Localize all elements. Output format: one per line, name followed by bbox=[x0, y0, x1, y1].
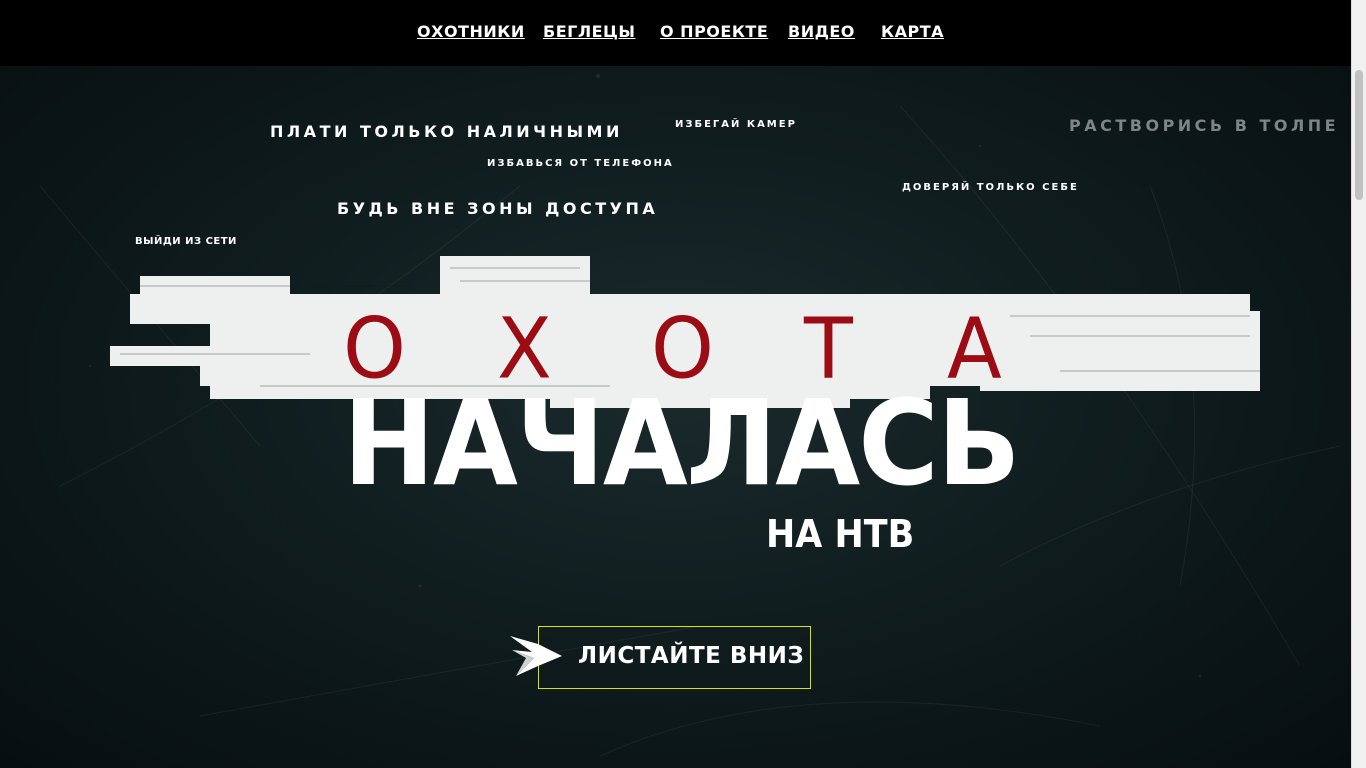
hero-title: НАЧАЛАСЬ bbox=[343, 374, 1021, 512]
tag-stay-unreachable: БУДЬ ВНЕ ЗОНЫ ДОСТУПА bbox=[337, 199, 659, 218]
scroll-down-button[interactable]: ЛИСТАЙТЕ ВНИЗ bbox=[538, 626, 811, 689]
tag-trust-only-yourself: ДОВЕРЯЙ ТОЛЬКО СЕБЕ bbox=[902, 182, 1079, 193]
nav-item-fugitives[interactable]: БЕГЛЕЦЫ bbox=[543, 22, 635, 41]
scrollbar-thumb[interactable] bbox=[1355, 70, 1363, 200]
tag-ditch-phone: ИЗБАВЬСЯ ОТ ТЕЛЕФОНА bbox=[487, 158, 674, 169]
nav-item-map[interactable]: КАРТА bbox=[881, 22, 944, 41]
nav-item-video[interactable]: ВИДЕО bbox=[788, 22, 855, 41]
nav-item-hunters[interactable]: ОХОТНИКИ bbox=[417, 22, 525, 41]
nav-item-about[interactable]: О ПРОЕКТЕ bbox=[660, 22, 768, 41]
page-scrollbar[interactable] bbox=[1351, 0, 1366, 768]
scroll-down-label: ЛИСТАЙТЕ ВНИЗ bbox=[578, 643, 805, 669]
top-navigation: ОХОТНИКИ БЕГЛЕЦЫ О ПРОЕКТЕ ВИДЕО КАРТА bbox=[0, 0, 1351, 66]
tag-avoid-cameras: ИЗБЕГАЙ КАМЕР bbox=[675, 119, 797, 130]
tag-blend-in-crowd: РАСТВОРИСЬ В ТОЛПЕ bbox=[1069, 116, 1340, 135]
tag-go-offline: ВЫЙДИ ИЗ СЕТИ bbox=[135, 236, 237, 247]
hero-subtitle: НА НТВ bbox=[766, 512, 915, 556]
hero-section: ПЛАТИ ТОЛЬКО НАЛИЧНЫМИ ИЗБЕГАЙ КАМЕР РАС… bbox=[0, 66, 1351, 768]
tag-pay-cash: ПЛАТИ ТОЛЬКО НАЛИЧНЫМИ bbox=[270, 122, 623, 141]
arrow-right-icon bbox=[510, 636, 562, 676]
